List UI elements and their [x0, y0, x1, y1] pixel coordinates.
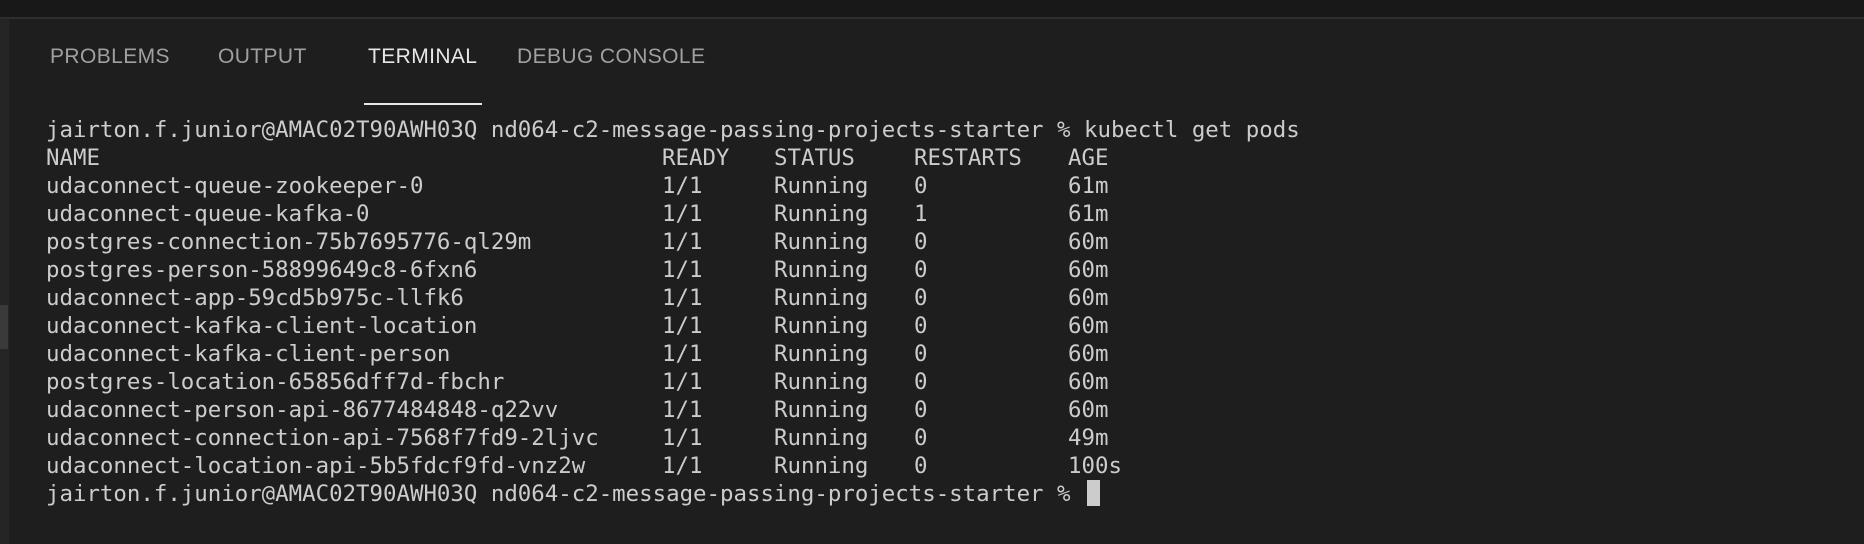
- pod-restarts: 1: [914, 201, 928, 227]
- prompt-line[interactable]: jairton.f.junior@AMAC02T90AWH03Q nd064-c…: [46, 480, 1846, 508]
- table-row: udaconnect-queue-kafka-0 1/1 Running 1 6…: [46, 200, 1846, 228]
- pod-ready: 1/1: [662, 173, 703, 199]
- pod-ready: 1/1: [662, 201, 703, 227]
- pod-age: 60m: [1068, 313, 1109, 339]
- pod-name: udaconnect-location-api-5b5fdcf9fd-vnz2w: [46, 453, 586, 479]
- header-status: STATUS: [774, 145, 855, 171]
- pod-name: postgres-connection-75b7695776-ql29m: [46, 229, 532, 255]
- pod-restarts: 0: [914, 369, 928, 395]
- pod-ready: 1/1: [662, 257, 703, 283]
- pod-restarts: 0: [914, 229, 928, 255]
- pod-status: Running: [774, 397, 869, 423]
- pod-name: udaconnect-kafka-client-person: [46, 341, 451, 367]
- pod-age: 60m: [1068, 285, 1109, 311]
- pod-age: 61m: [1068, 201, 1109, 227]
- table-row: udaconnect-location-api-5b5fdcf9fd-vnz2w…: [46, 452, 1846, 480]
- pod-name: udaconnect-app-59cd5b975c-llfk6: [46, 285, 464, 311]
- pod-name: udaconnect-queue-kafka-0: [46, 201, 370, 227]
- pod-name: postgres-person-58899649c8-6fxn6: [46, 257, 478, 283]
- tab-debug-console[interactable]: DEBUG CONSOLE: [517, 45, 705, 69]
- pod-status: Running: [774, 453, 869, 479]
- table-row: udaconnect-queue-zookeeper-0 1/1 Running…: [46, 172, 1846, 200]
- pod-ready: 1/1: [662, 229, 703, 255]
- gutter-scroll-marker: [0, 305, 8, 349]
- pod-ready: 1/1: [662, 369, 703, 395]
- pod-status: Running: [774, 341, 869, 367]
- table-row: udaconnect-kafka-client-location 1/1 Run…: [46, 312, 1846, 340]
- pod-restarts: 0: [914, 313, 928, 339]
- pod-restarts: 0: [914, 173, 928, 199]
- pod-restarts: 0: [914, 425, 928, 451]
- header-ready: READY: [662, 145, 730, 171]
- tab-terminal[interactable]: TERMINAL: [368, 45, 477, 69]
- pod-ready: 1/1: [662, 453, 703, 479]
- pod-age: 60m: [1068, 341, 1109, 367]
- tab-output[interactable]: OUTPUT: [218, 45, 307, 69]
- header-restarts: RESTARTS: [914, 145, 1022, 171]
- pod-age: 60m: [1068, 229, 1109, 255]
- pod-status: Running: [774, 425, 869, 451]
- table-row: postgres-connection-75b7695776-ql29m 1/1…: [46, 228, 1846, 256]
- pod-status: Running: [774, 369, 869, 395]
- terminal-cursor: [1086, 480, 1100, 506]
- table-row: udaconnect-person-api-8677484848-q22vv 1…: [46, 396, 1846, 424]
- pod-age: 61m: [1068, 173, 1109, 199]
- pod-ready: 1/1: [662, 285, 703, 311]
- tab-problems[interactable]: PROBLEMS: [50, 45, 170, 69]
- pod-age: 60m: [1068, 397, 1109, 423]
- pod-status: Running: [774, 229, 869, 255]
- table-row: udaconnect-connection-api-7568f7fd9-2ljv…: [46, 424, 1846, 452]
- pod-ready: 1/1: [662, 313, 703, 339]
- table-row: postgres-person-58899649c8-6fxn6 1/1 Run…: [46, 256, 1846, 284]
- pod-status: Running: [774, 285, 869, 311]
- terminal-output[interactable]: jairton.f.junior@AMAC02T90AWH03Q nd064-c…: [46, 116, 1846, 516]
- pod-ready: 1/1: [662, 425, 703, 451]
- pod-restarts: 0: [914, 257, 928, 283]
- pod-status: Running: [774, 173, 869, 199]
- header-age: AGE: [1068, 145, 1109, 171]
- pod-age: 49m: [1068, 425, 1109, 451]
- active-tab-indicator: [364, 103, 482, 105]
- pod-name: postgres-location-65856dff7d-fbchr: [46, 369, 505, 395]
- pod-status: Running: [774, 201, 869, 227]
- pod-status: Running: [774, 313, 869, 339]
- pod-name: udaconnect-connection-api-7568f7fd9-2ljv…: [46, 425, 599, 451]
- pod-status: Running: [774, 257, 869, 283]
- table-header-row: NAME READY STATUS RESTARTS AGE: [46, 144, 1846, 172]
- table-row: udaconnect-kafka-client-person 1/1 Runni…: [46, 340, 1846, 368]
- pod-restarts: 0: [914, 341, 928, 367]
- pod-name: udaconnect-person-api-8677484848-q22vv: [46, 397, 559, 423]
- shell-command: kubectl get pods: [1083, 117, 1300, 143]
- shell-prompt: jairton.f.junior@AMAC02T90AWH03Q nd064-c…: [46, 117, 1084, 143]
- pod-ready: 1/1: [662, 341, 703, 367]
- pod-age: 60m: [1068, 369, 1109, 395]
- panel-tab-bar: PROBLEMS OUTPUT TERMINAL DEBUG CONSOLE: [9, 19, 1864, 105]
- pod-restarts: 0: [914, 397, 928, 423]
- pod-age: 60m: [1068, 257, 1109, 283]
- pod-restarts: 0: [914, 285, 928, 311]
- pod-name: udaconnect-kafka-client-location: [46, 313, 478, 339]
- left-gutter: [0, 19, 9, 544]
- command-line: jairton.f.junior@AMAC02T90AWH03Q nd064-c…: [46, 116, 1846, 144]
- table-row: postgres-location-65856dff7d-fbchr 1/1 R…: [46, 368, 1846, 396]
- table-row: udaconnect-app-59cd5b975c-llfk6 1/1 Runn…: [46, 284, 1846, 312]
- pod-name: udaconnect-queue-zookeeper-0: [46, 173, 424, 199]
- pod-ready: 1/1: [662, 397, 703, 423]
- pod-age: 100s: [1068, 453, 1122, 479]
- pod-restarts: 0: [914, 453, 928, 479]
- header-name: NAME: [46, 145, 100, 171]
- editor-top-edge: [0, 0, 1864, 19]
- shell-prompt: jairton.f.junior@AMAC02T90AWH03Q nd064-c…: [46, 481, 1084, 507]
